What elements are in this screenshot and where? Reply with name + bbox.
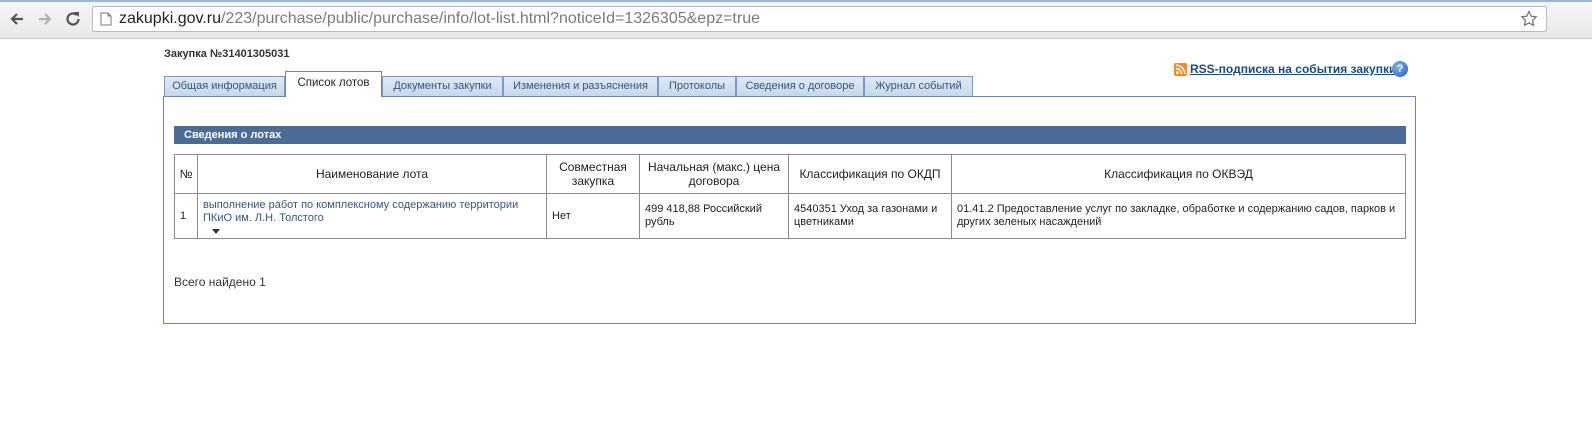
lots-table: № Наименование лота Совместная закупка Н… <box>174 154 1406 239</box>
column-header-price: Начальная (макс.) цена договора <box>639 154 789 194</box>
tab-event-log[interactable]: Журнал событий <box>864 76 973 96</box>
lot-name-link[interactable]: выполнение работ по комплексному содержа… <box>203 199 518 224</box>
tab-lot-list[interactable]: Список лотов <box>285 71 382 97</box>
column-header-okdp: Классификация по ОКДП <box>788 154 952 194</box>
tab-changes[interactable]: Изменения и разъяснения <box>503 76 658 96</box>
tab-protocols[interactable]: Протоколы <box>658 76 736 96</box>
cell-lot-name: выполнение работ по комплексному содержа… <box>197 193 547 239</box>
reload-button[interactable] <box>62 8 84 30</box>
tab-content-panel: Сведения о лотах № Наименование лота Сов… <box>163 96 1416 324</box>
rss-subscribe-link[interactable]: RSS-подписка на события закупки <box>1174 62 1396 76</box>
rss-link-label: RSS-подписка на события закупки <box>1190 62 1397 76</box>
back-button[interactable] <box>6 8 28 30</box>
table-header-row: № Наименование лота Совместная закупка Н… <box>174 154 1406 194</box>
cell-okdp: 4540351 Уход за газонами и цветниками <box>788 193 952 239</box>
rss-icon <box>1174 62 1187 76</box>
tab-documents[interactable]: Документы закупки <box>382 76 503 96</box>
cell-okved: 01.41.2 Предоставление услуг по закладке… <box>951 193 1406 239</box>
help-icon[interactable]: ? <box>1392 61 1408 77</box>
browser-toolbar: zakupki.gov.ru/223/purchase/public/purch… <box>0 0 1592 39</box>
address-bar[interactable]: zakupki.gov.ru/223/purchase/public/purch… <box>92 6 1547 32</box>
arrow-left-icon <box>10 13 23 25</box>
forward-button[interactable] <box>34 8 56 30</box>
column-header-okved: Классификация по ОКВЭД <box>951 154 1406 194</box>
bookmark-star-icon[interactable] <box>1520 10 1538 28</box>
url-text[interactable]: zakupki.gov.ru/223/purchase/public/purch… <box>119 10 760 28</box>
cell-number: 1 <box>174 193 198 239</box>
url-host: zakupki.gov.ru <box>119 10 221 27</box>
reload-icon <box>66 12 80 26</box>
tab-contract-info[interactable]: Сведения о договоре <box>736 76 864 96</box>
table-row: 1 выполнение работ по комплексному содер… <box>174 193 1406 239</box>
cell-price: 499 418,88 Российский рубль <box>639 193 789 239</box>
arrow-right-icon <box>39 13 52 25</box>
column-header-joint-purchase: Совместная закупка <box>546 154 640 194</box>
tab-general-info[interactable]: Общая информация <box>164 76 285 96</box>
section-header: Сведения о лотах <box>174 126 1406 144</box>
total-found: Всего найдено 1 <box>174 275 266 289</box>
page-icon <box>100 12 112 26</box>
column-header-lot-name: Наименование лота <box>197 154 547 194</box>
column-header-number: № <box>174 154 198 194</box>
expand-arrow-icon[interactable] <box>212 228 220 234</box>
cell-joint-purchase: Нет <box>546 193 640 239</box>
purchase-title: Закупка №31401305031 <box>164 48 290 60</box>
tab-strip-edge <box>0 0 1592 2</box>
url-path: /223/purchase/public/purchase/info/lot-l… <box>220 10 760 27</box>
